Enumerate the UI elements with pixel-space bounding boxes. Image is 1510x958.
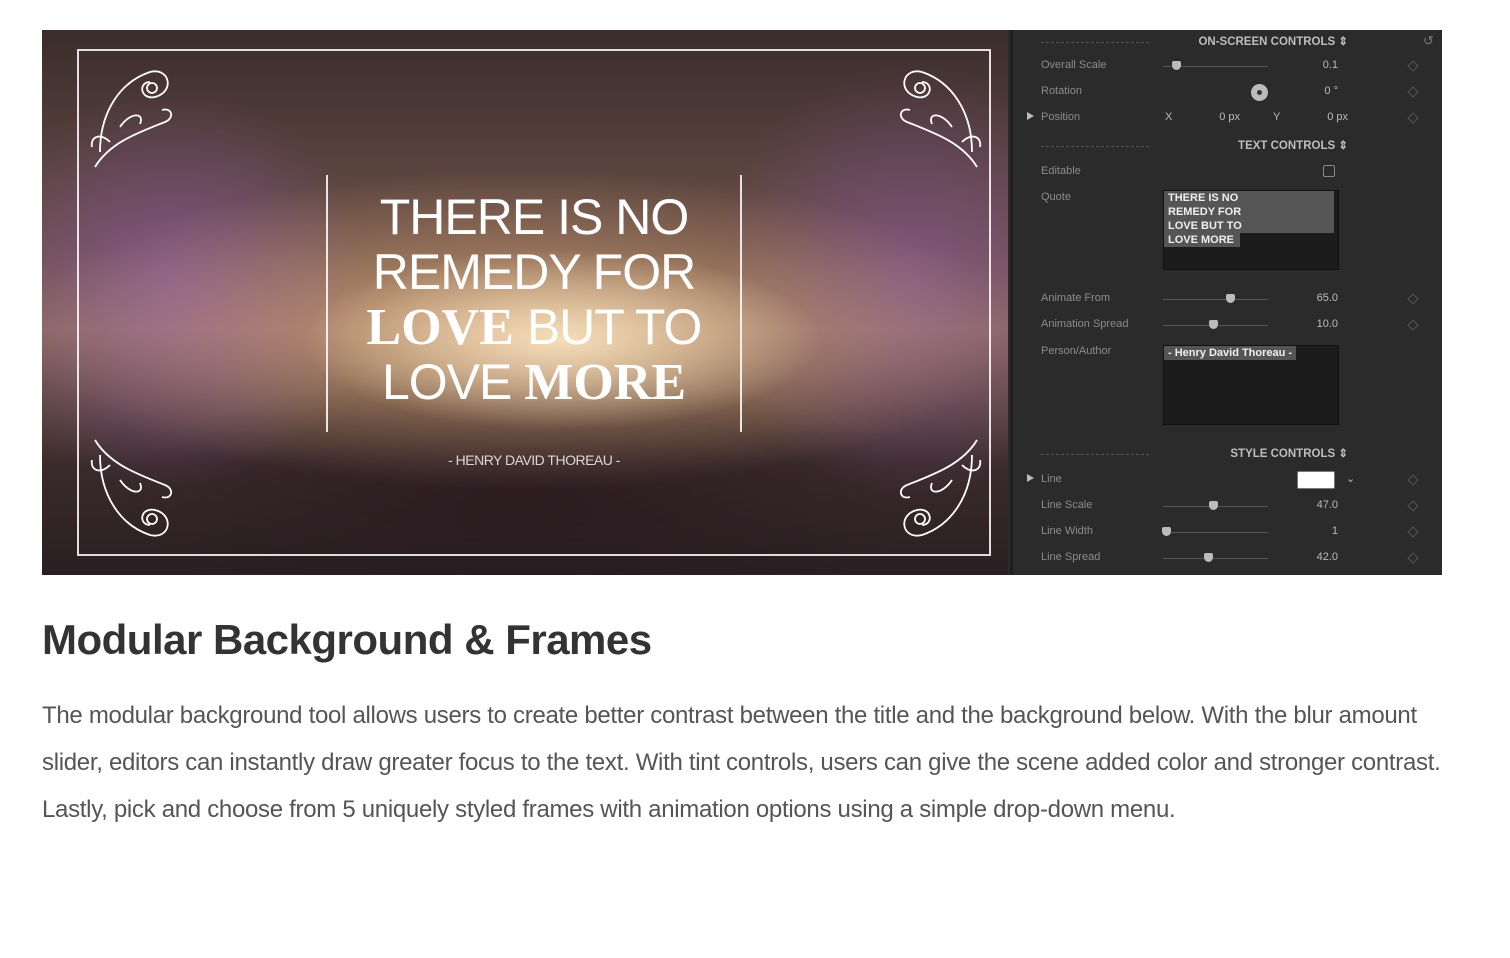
slider-thumb[interactable]: [1204, 553, 1214, 562]
overall-scale-slider[interactable]: [1163, 61, 1268, 70]
quote-text: THERE IS NO REMEDY FOR LOVE BUT TO LOVE …: [366, 189, 703, 411]
animation-spread-slider[interactable]: [1163, 320, 1268, 329]
keyframe-icon[interactable]: [1407, 500, 1419, 512]
slider-thumb[interactable]: [1209, 501, 1219, 510]
ornament-icon: [90, 439, 172, 537]
expand-triangle-icon[interactable]: [1027, 474, 1034, 482]
undo-icon[interactable]: ↺: [1423, 33, 1434, 49]
quote-textarea[interactable]: THERE IS NO REMEDY FOR LOVE BUT TO LOVE …: [1163, 190, 1339, 270]
slider-thumb[interactable]: [1209, 320, 1219, 329]
line-spread-slider[interactable]: [1163, 553, 1268, 562]
keyframe-icon[interactable]: [1407, 293, 1419, 305]
ornament-icon: [900, 439, 982, 537]
section-style-controls[interactable]: STYLE CONTROLS ⇕: [1013, 444, 1442, 464]
keyframe-icon[interactable]: [1407, 474, 1419, 486]
keyframe-icon[interactable]: [1407, 526, 1419, 538]
ornament-icon: [90, 70, 172, 168]
line-scale-slider[interactable]: [1163, 501, 1268, 510]
editable-checkbox[interactable]: [1323, 165, 1335, 177]
position-x-value[interactable]: 0 px: [1219, 111, 1240, 123]
line-width-slider[interactable]: [1162, 527, 1268, 536]
section-body: The modular background tool allows users…: [42, 702, 1441, 823]
slider-thumb[interactable]: [1162, 527, 1172, 536]
author-textarea[interactable]: - Henry David Thoreau -: [1163, 345, 1339, 425]
rotation-row: Rotation 0 °: [1013, 82, 1442, 102]
position-row: Position X 0 px Y 0 px: [1013, 108, 1442, 128]
editable-row: Editable: [1013, 162, 1442, 182]
line-color-swatch[interactable]: [1297, 471, 1335, 489]
section-text-controls[interactable]: TEXT CONTROLS ⇕: [1013, 136, 1442, 156]
line-row: Line ⌄: [1013, 470, 1442, 490]
overall-scale-row: Overall Scale 0.1: [1013, 56, 1442, 76]
keyframe-icon[interactable]: [1407, 112, 1419, 124]
line-spread-row: Line Spread 42.0: [1013, 548, 1442, 568]
keyframe-icon[interactable]: [1407, 552, 1419, 564]
keyframe-icon[interactable]: [1407, 86, 1419, 98]
line-scale-row: Line Scale 47.0: [1013, 496, 1442, 516]
section-title: Modular Background & Frames: [42, 616, 652, 663]
video-preview: THERE IS NO REMEDY FOR LOVE BUT TO LOVE …: [42, 30, 1008, 575]
expand-triangle-icon[interactable]: [1027, 112, 1034, 120]
product-screenshot: THERE IS NO REMEDY FOR LOVE BUT TO LOVE …: [42, 30, 1442, 575]
quote-author: - HENRY DAVID THOREAU -: [448, 452, 620, 468]
effect-controls-panel: ON-SCREEN CONTROLS ⇕ ↺ Overall Scale 0.1 …: [1010, 30, 1442, 575]
slider-thumb[interactable]: [1226, 294, 1236, 303]
animation-spread-row: Animation Spread 10.0: [1013, 315, 1442, 335]
line-width-row: Line Width 1: [1013, 522, 1442, 542]
rotation-dial[interactable]: [1251, 84, 1268, 101]
slider-thumb[interactable]: [1171, 61, 1181, 70]
animate-from-slider[interactable]: [1163, 294, 1268, 303]
position-y-value[interactable]: 0 px: [1327, 111, 1348, 123]
animate-from-row: Animate From 65.0: [1013, 289, 1442, 309]
chevron-down-icon[interactable]: ⌄: [1346, 472, 1355, 485]
section-on-screen-controls[interactable]: ON-SCREEN CONTROLS ⇕ ↺: [1013, 32, 1442, 52]
keyframe-icon[interactable]: [1407, 60, 1419, 72]
ornament-icon: [900, 70, 982, 168]
keyframe-icon[interactable]: [1407, 319, 1419, 331]
